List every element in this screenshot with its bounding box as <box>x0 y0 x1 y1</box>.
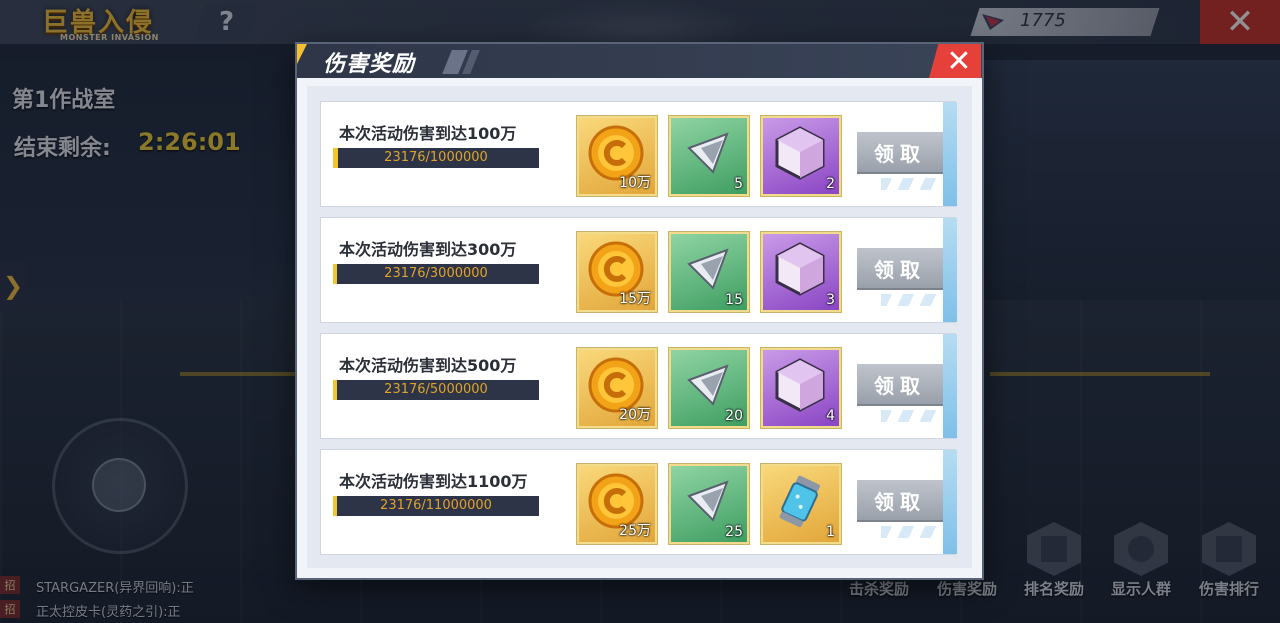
reward-count: 5 <box>734 176 743 192</box>
reward-count: 1 <box>826 524 835 540</box>
row-decoration <box>881 294 941 306</box>
reward-item-coin[interactable]: 25万 <box>577 464 657 544</box>
progress-bar: 23176/11000000 <box>333 496 539 516</box>
close-icon: ✕ <box>946 43 972 79</box>
reward-count: 25 <box>725 524 743 540</box>
dialog-title: 伤害奖励 <box>323 52 416 77</box>
reward-count: 10万 <box>619 175 651 191</box>
reward-row: 本次活动伤害到达100万 23176/1000000 10万 5 2 领取 <box>321 102 957 206</box>
cube-icon <box>775 242 825 296</box>
shard-icon <box>687 364 729 406</box>
reward-item-cube[interactable]: 4 <box>761 348 841 428</box>
claim-button[interactable]: 领取 <box>857 248 943 288</box>
header-accent <box>297 44 307 64</box>
shard-icon <box>687 132 729 174</box>
reward-item-shard[interactable]: 5 <box>669 116 749 196</box>
cube-icon <box>775 358 825 412</box>
progress-text: 23176/1000000 <box>384 150 488 165</box>
reward-condition: 本次活动伤害到达300万 <box>339 240 517 259</box>
reward-item-cube[interactable]: 3 <box>761 232 841 312</box>
reward-row: 本次活动伤害到达300万 23176/3000000 15万 15 3 领取 <box>321 218 957 322</box>
row-decoration <box>943 450 957 554</box>
row-decoration <box>881 410 941 422</box>
reward-count: 2 <box>826 176 835 192</box>
cube-icon <box>775 126 825 180</box>
reward-item-capsule[interactable]: 1 <box>761 464 841 544</box>
progress-bar: 23176/1000000 <box>333 148 539 168</box>
reward-item-coin[interactable]: 15万 <box>577 232 657 312</box>
progress-text: 23176/5000000 <box>384 382 488 397</box>
reward-count: 15 <box>725 292 743 308</box>
dialog-header: 伤害奖励 ✕ <box>297 44 982 78</box>
shard-icon <box>687 480 729 522</box>
damage-reward-dialog: 伤害奖励 ✕ 本次活动伤害到达100万 23176/1000000 10万 5 <box>297 44 982 578</box>
progress-text: 23176/3000000 <box>384 266 488 281</box>
reward-count: 20万 <box>619 407 651 423</box>
claim-button[interactable]: 领取 <box>857 480 943 520</box>
row-decoration <box>943 102 957 206</box>
reward-item-shard[interactable]: 15 <box>669 232 749 312</box>
reward-row: 本次活动伤害到达500万 23176/5000000 20万 20 4 领取 <box>321 334 957 438</box>
reward-item-cube[interactable]: 2 <box>761 116 841 196</box>
row-decoration <box>943 218 957 322</box>
progress-bar: 23176/5000000 <box>333 380 539 400</box>
row-decoration <box>881 526 941 538</box>
reward-row: 本次活动伤害到达1100万 23176/11000000 25万 25 1 领取 <box>321 450 957 554</box>
reward-count: 4 <box>826 408 835 424</box>
reward-count: 20 <box>725 408 743 424</box>
claim-button[interactable]: 领取 <box>857 364 943 404</box>
dialog-close-button[interactable]: ✕ <box>929 44 981 78</box>
shard-icon <box>687 248 729 290</box>
progress-bar: 23176/3000000 <box>333 264 539 284</box>
reward-item-shard[interactable]: 20 <box>669 348 749 428</box>
reward-condition: 本次活动伤害到达500万 <box>339 356 517 375</box>
reward-count: 15万 <box>619 291 651 307</box>
reward-list: 本次活动伤害到达100万 23176/1000000 10万 5 2 领取 本次… <box>307 86 972 568</box>
reward-item-shard[interactable]: 25 <box>669 464 749 544</box>
energy-capsule-icon <box>779 475 820 528</box>
claim-button[interactable]: 领取 <box>857 132 943 172</box>
reward-item-coin[interactable]: 20万 <box>577 348 657 428</box>
reward-condition: 本次活动伤害到达100万 <box>339 124 517 143</box>
reward-item-coin[interactable]: 10万 <box>577 116 657 196</box>
row-decoration <box>943 334 957 438</box>
row-decoration <box>881 178 941 190</box>
reward-count: 25万 <box>619 523 651 539</box>
progress-text: 23176/11000000 <box>380 498 492 513</box>
reward-condition: 本次活动伤害到达1100万 <box>339 472 528 491</box>
reward-count: 3 <box>826 292 835 308</box>
